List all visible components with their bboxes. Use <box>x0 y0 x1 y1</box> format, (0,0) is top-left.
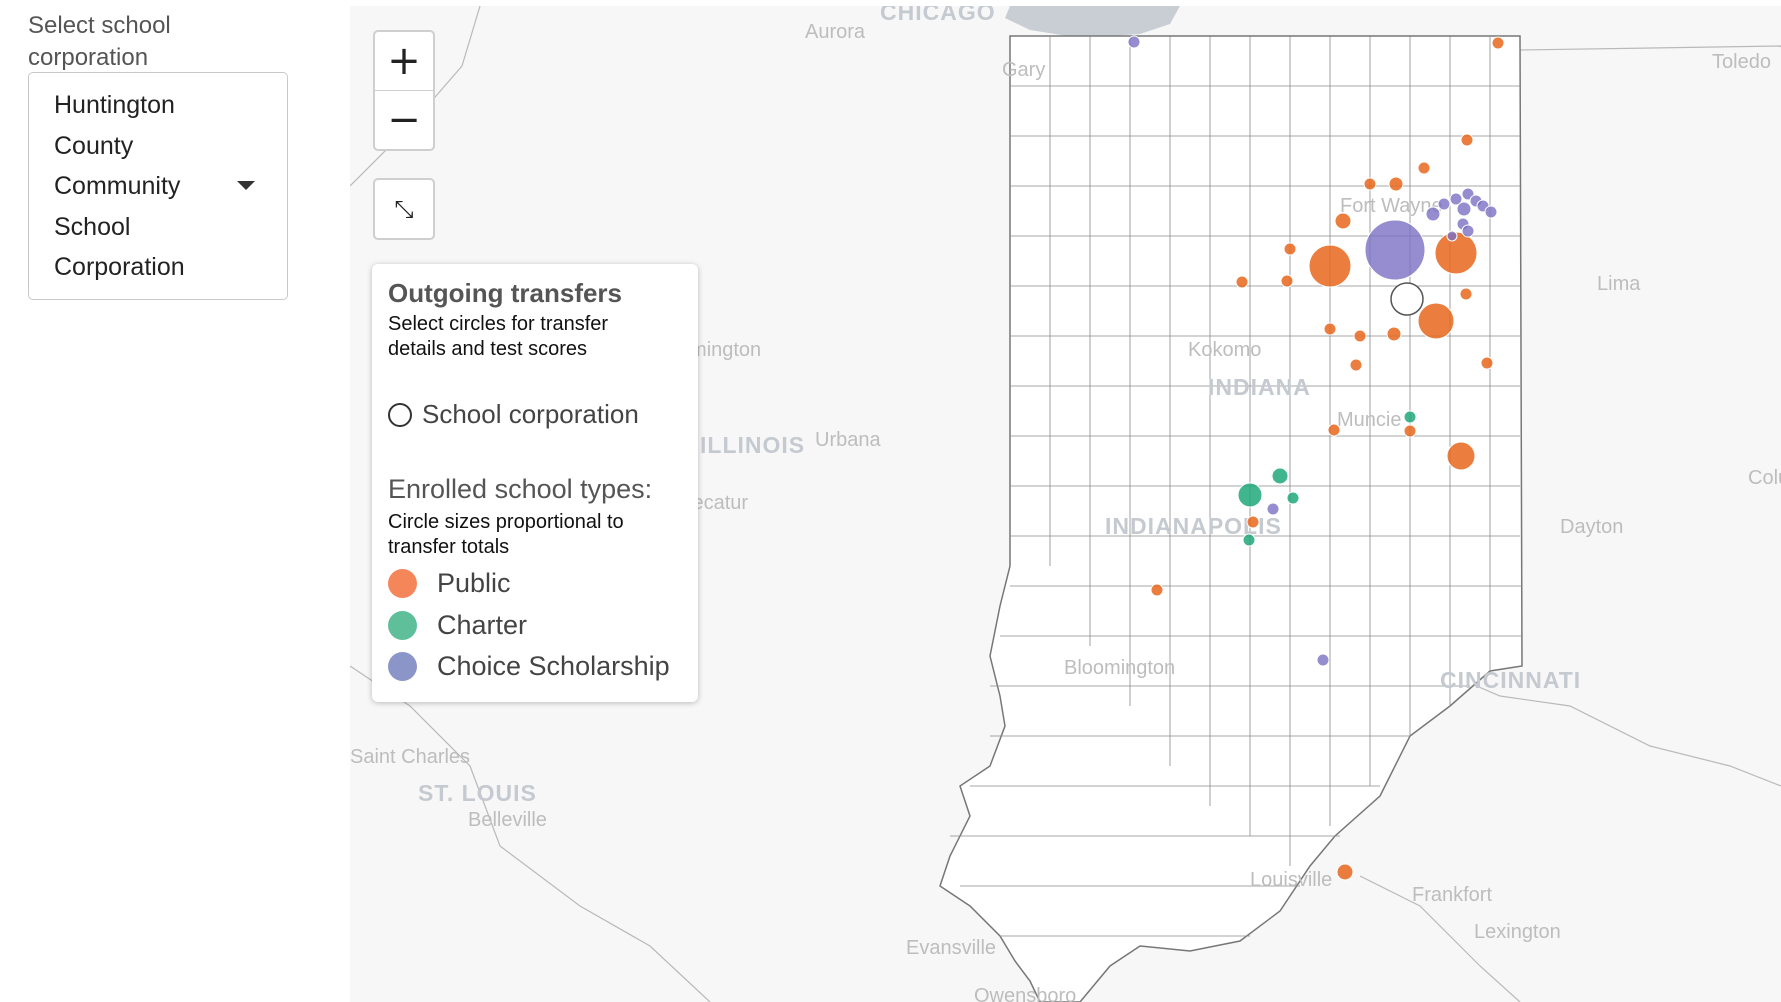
transfer-circle-public <box>1323 322 1337 336</box>
selector-label: Select school corporation <box>28 12 171 71</box>
caret-down-icon <box>237 181 255 190</box>
transfer-circle-charter <box>1237 482 1263 508</box>
legend-school-corporation: School corporation <box>388 399 639 430</box>
transfer-circle-choice <box>1266 502 1280 516</box>
legend-item-label: Charter <box>437 610 528 640</box>
legend-item-charter: Charter <box>388 610 527 641</box>
city-label-louisville: Louisville <box>1250 869 1332 891</box>
transfer-circle-public <box>1363 177 1377 191</box>
transfer-circle-public <box>1334 212 1352 230</box>
state-line <box>1519 45 1781 51</box>
region-label-cincinnati: CINCINNATI <box>1440 667 1581 693</box>
transfer-circle-charter <box>1403 410 1417 424</box>
school-corporation-select[interactable]: Huntington County Community School Corpo… <box>28 72 288 300</box>
transfer-circle-choice <box>1484 205 1498 219</box>
circle-icon <box>388 652 417 681</box>
city-label-lexington: Lexington <box>1474 921 1561 943</box>
legend-item-label: Choice Scholarship <box>437 651 670 681</box>
fit-bounds-icon[interactable]: ⤡ <box>375 180 433 238</box>
transfer-circle-choice <box>1437 197 1451 211</box>
transfer-circle-choice <box>1456 201 1472 217</box>
city-label-lima: Lima <box>1597 273 1641 295</box>
legend-types-title: Enrolled school types: <box>388 474 653 504</box>
zoom-controls: + − <box>373 30 435 151</box>
transfer-circle-public <box>1235 275 1249 289</box>
transfer-circle-public <box>1280 274 1294 288</box>
legend-item-label: Public <box>437 568 511 598</box>
fit-controls: ⤡ <box>373 178 435 240</box>
transfer-circle-charter <box>1286 491 1300 505</box>
transfer-circle-choice <box>1316 653 1330 667</box>
transfer-circle-public <box>1349 358 1363 372</box>
zoom-in-button[interactable]: + <box>375 32 433 91</box>
city-label-frankfort: Frankfort <box>1412 884 1492 906</box>
city-label-chicago: CHICAGO <box>880 6 996 25</box>
region-label-st-louis: ST. LOUIS <box>418 780 537 806</box>
zoom-out-button[interactable]: − <box>375 91 433 149</box>
city-label-evansville: Evansville <box>906 937 996 959</box>
transfer-circle-public <box>1491 36 1505 50</box>
transfer-circle-charter <box>1242 533 1256 547</box>
region-label-illinois: ILLINOIS <box>700 432 805 458</box>
lake-michigan <box>1005 6 1180 38</box>
ring-icon <box>388 402 412 427</box>
map-legend: Outgoing transfers Select circles for tr… <box>372 264 698 702</box>
transfer-circle-public <box>1446 441 1476 471</box>
transfer-circle-public <box>1480 356 1494 370</box>
transfer-circle-public <box>1336 863 1354 881</box>
city-label-saint-charles: Saint Charles <box>350 746 470 768</box>
river <box>350 665 711 1002</box>
circle-icon <box>388 611 417 640</box>
circle-icon <box>388 569 417 598</box>
transfer-circle-choice <box>1446 230 1458 242</box>
legend-types-subtitle: Circle sizes proportional to transfer to… <box>388 511 624 558</box>
transfer-circle-charter <box>1271 467 1289 485</box>
transfer-circle-public <box>1353 329 1367 343</box>
legend-subtitle: Select circles for transfer details and … <box>388 313 609 360</box>
transfer-circle-public <box>1460 133 1474 147</box>
transfer-circle-choice <box>1461 224 1475 238</box>
transfer-circle-public <box>1417 161 1431 175</box>
transfer-circle-choice <box>1127 35 1141 49</box>
selected-school-corporation-marker <box>1390 282 1424 316</box>
city-label-bloomington-in: Bloomington <box>1064 657 1175 679</box>
city-label-aurora: Aurora <box>805 21 866 43</box>
city-label-belleville: Belleville <box>468 809 547 831</box>
city-label-muncie: Muncie <box>1337 409 1401 431</box>
city-label-toledo: Toledo <box>1712 51 1771 73</box>
city-label-owensboro: Owensboro <box>974 985 1076 1002</box>
transfer-circle-public <box>1386 326 1402 342</box>
transfer-circle-public <box>1327 423 1341 437</box>
transfer-circle-public <box>1283 242 1297 256</box>
region-label-indiana: INDIANA <box>1208 374 1311 400</box>
legend-item-public: Public <box>388 568 511 599</box>
legend-school-corporation-label: School corporation <box>422 399 639 429</box>
transfer-circle-public <box>1308 244 1352 288</box>
transfer-circle-public <box>1417 302 1455 340</box>
transfer-circle-public <box>1403 424 1417 438</box>
city-label-dayton: Dayton <box>1560 516 1623 538</box>
transfer-circle-choice <box>1364 219 1426 281</box>
legend-title: Outgoing transfers <box>388 278 623 308</box>
city-label-gary: Gary <box>1002 59 1045 81</box>
legend-item-choice-scholarship: Choice Scholarship <box>388 651 670 682</box>
city-label-columbus: Columbus <box>1748 467 1781 489</box>
transfer-circle-public <box>1246 515 1260 529</box>
transfer-circle-choice <box>1425 206 1441 222</box>
city-label-kokomo: Kokomo <box>1188 339 1261 361</box>
transfer-circle-public <box>1388 176 1404 192</box>
selected-school-corporation: Huntington County Community School Corpo… <box>54 91 185 281</box>
city-label-urbana: Urbana <box>815 429 881 451</box>
transfer-circle-public <box>1459 287 1473 301</box>
transfer-circle-public <box>1150 583 1164 597</box>
